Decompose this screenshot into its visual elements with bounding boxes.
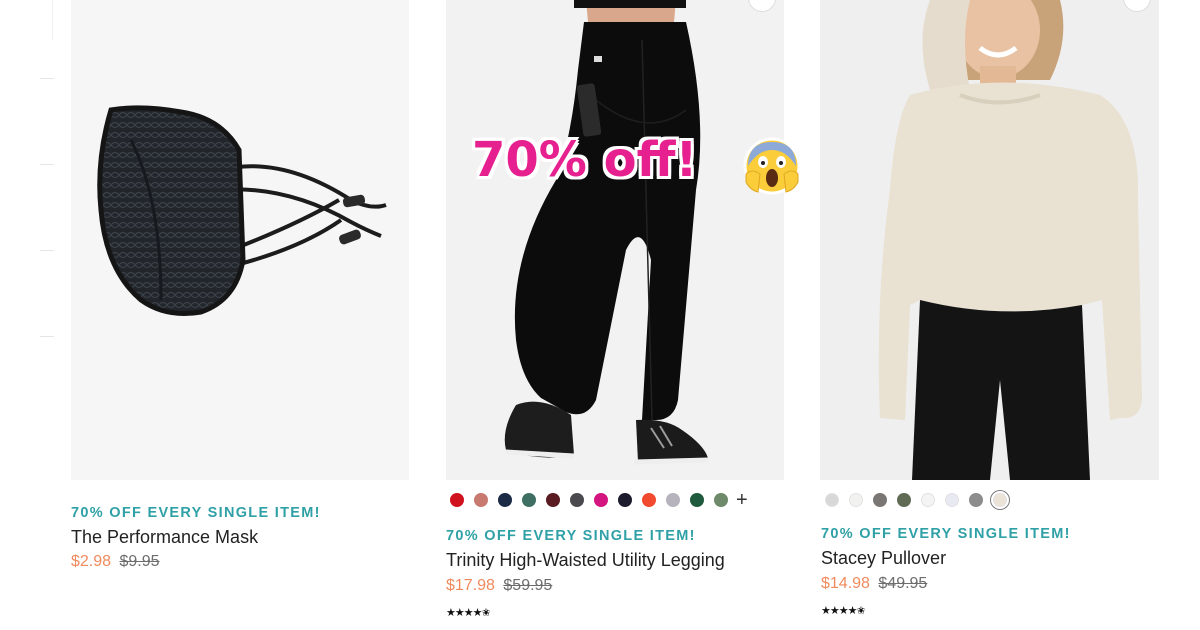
edge-rule [52,0,53,40]
sale-price: $14.98 [821,575,870,592]
color-swatch[interactable] [642,493,656,507]
rating-stars: ★★★★✬ [821,605,866,617]
color-swatch[interactable] [546,493,560,507]
color-swatch[interactable] [897,493,911,507]
color-swatch[interactable] [450,493,464,507]
mask-image [97,105,387,316]
color-swatch[interactable] [666,493,680,507]
edge-divider [40,164,54,165]
price-row: $14.98 $49.95 [821,575,927,593]
price-row: $17.98 $59.95 [446,577,552,595]
color-swatch[interactable] [618,493,632,507]
edge-divider [40,78,54,79]
original-price: $9.95 [119,553,160,570]
promo-label: 70% OFF EVERY SINGLE ITEM! [71,505,321,521]
color-swatch[interactable] [849,493,863,507]
color-swatch[interactable] [921,493,935,507]
product-name[interactable]: Stacey Pullover [821,548,946,569]
rating-stars: ★★★★✬ [446,607,491,619]
color-swatch[interactable] [498,493,512,507]
sale-price: $17.98 [446,577,495,594]
promo-label: 70% OFF EVERY SINGLE ITEM! [446,528,696,544]
edge-divider [40,336,54,337]
color-swatch[interactable] [570,493,584,507]
product-image[interactable] [820,0,1159,480]
discount-overlay-text: 70% off! [472,132,698,188]
original-price: $59.95 [503,577,553,594]
color-swatch[interactable] [522,493,536,507]
color-swatches [825,493,1017,507]
product-name[interactable]: The Performance Mask [71,527,258,548]
product-image[interactable] [71,0,409,480]
more-colors-plus-icon[interactable]: + [736,490,748,510]
color-swatch[interactable] [594,493,608,507]
product-name[interactable]: Trinity High-Waisted Utility Legging [446,550,725,571]
legging-model-image [504,0,709,465]
color-swatch[interactable] [945,493,959,507]
color-swatch[interactable] [690,493,704,507]
face-screaming-in-fear-icon [743,137,801,195]
color-swatch[interactable] [993,493,1007,507]
color-swatch[interactable] [825,493,839,507]
product-image[interactable] [446,0,784,480]
original-price: $49.95 [878,575,928,592]
color-swatch[interactable] [474,493,488,507]
price-row: $2.98 $9.95 [71,553,160,571]
color-swatch[interactable] [873,493,887,507]
color-swatch[interactable] [714,493,728,507]
pullover-model-image [878,0,1142,480]
edge-divider [40,250,54,251]
color-swatches: + [450,490,748,510]
promo-label: 70% OFF EVERY SINGLE ITEM! [821,526,1071,542]
sale-price: $2.98 [71,553,112,570]
color-swatch[interactable] [969,493,983,507]
product-grid-page: 70% OFF EVERY SINGLE ITEM! The Performan… [0,0,1200,630]
